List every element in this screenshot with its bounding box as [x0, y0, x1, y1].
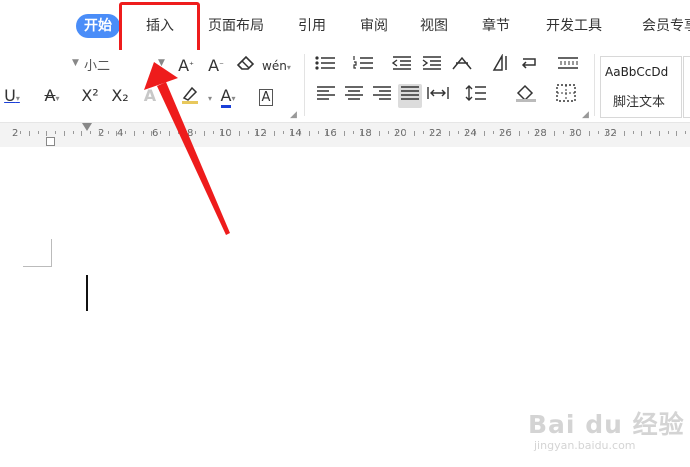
- watermark-logo: Bai du 经验: [528, 410, 685, 439]
- annotation-arrow: [144, 62, 230, 235]
- watermark-url: jingyan.baidu.com: [534, 439, 636, 452]
- baidu-watermark: Bai du 经验 jingyan.baidu.com: [528, 405, 688, 460]
